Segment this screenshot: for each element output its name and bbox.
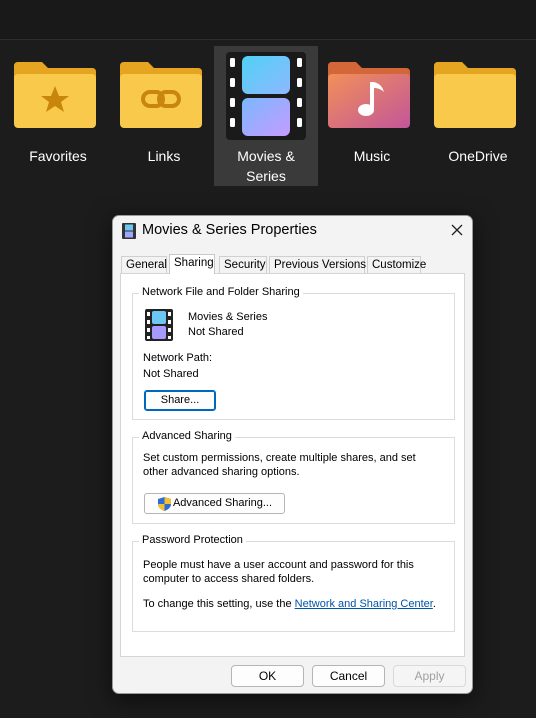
- group-title: Password Protection: [139, 534, 246, 546]
- link-folder-icon: [120, 62, 202, 128]
- tab-customize[interactable]: Customize: [367, 256, 426, 273]
- music-folder-icon: [328, 62, 410, 128]
- tab-previous-versions[interactable]: Previous Versions: [269, 256, 366, 273]
- folder-label: Favorites: [29, 148, 87, 164]
- properties-dialog: Movies & Series Properties General Shari…: [112, 215, 473, 694]
- network-sharing-group: Network File and Folder Sharing Movies &…: [132, 286, 455, 420]
- folder-label: Links: [147, 148, 181, 164]
- tab-sharing[interactable]: Sharing: [169, 254, 215, 274]
- group-title: Network File and Folder Sharing: [139, 286, 303, 298]
- dialog-titlebar[interactable]: Movies & Series Properties: [113, 216, 472, 246]
- network-path-value: Not Shared: [143, 368, 199, 380]
- folder-label: Music: [353, 148, 391, 164]
- film-icon: [122, 223, 136, 239]
- tab-general[interactable]: General: [121, 256, 167, 273]
- advanced-sharing-group: Advanced Sharing Set custom permissions,…: [132, 430, 455, 524]
- folder-music[interactable]: Music: [320, 46, 424, 186]
- advanced-sharing-button-label: Advanced Sharing...: [172, 497, 273, 509]
- folder-label: OneDrive: [448, 148, 508, 164]
- share-button[interactable]: Share...: [144, 390, 216, 411]
- apply-button[interactable]: Apply: [393, 665, 466, 687]
- ok-button[interactable]: OK: [231, 665, 304, 687]
- star-folder-icon: [14, 62, 96, 128]
- sharing-panel: Network File and Folder Sharing Movies &…: [120, 273, 465, 657]
- advanced-sharing-description: Set custom permissions, create multiple …: [143, 452, 416, 478]
- password-protection-description: People must have a user account and pass…: [143, 559, 414, 585]
- tab-security[interactable]: Security: [219, 256, 267, 273]
- folder-favorites[interactable]: Favorites: [6, 46, 110, 186]
- close-icon: [451, 224, 463, 236]
- close-button[interactable]: [442, 216, 472, 246]
- change-setting-text: To change this setting, use the Network …: [143, 598, 436, 610]
- folder-links[interactable]: Links: [112, 46, 216, 186]
- uac-shield-icon: [158, 497, 171, 511]
- shared-item-status: Not Shared: [188, 326, 244, 338]
- folder-label: Movies & Series: [237, 148, 295, 184]
- network-sharing-center-link[interactable]: Network and Sharing Center: [295, 598, 433, 610]
- folder-icon: [434, 62, 516, 128]
- shared-item-name: Movies & Series: [188, 311, 268, 323]
- network-path-label: Network Path:: [143, 352, 213, 364]
- folder-onedrive[interactable]: OneDrive: [426, 46, 530, 186]
- explorer-toolbar: [0, 0, 536, 40]
- folder-movies-series[interactable]: Movies & Series: [214, 46, 318, 186]
- dialog-title: Movies & Series Properties: [142, 222, 317, 238]
- password-protection-group: Password Protection People must have a u…: [132, 534, 455, 632]
- film-icon: [226, 52, 306, 140]
- film-icon: [145, 309, 173, 341]
- group-title: Advanced Sharing: [139, 430, 235, 442]
- cancel-button[interactable]: Cancel: [312, 665, 385, 687]
- advanced-sharing-button[interactable]: Advanced Sharing...: [144, 493, 285, 514]
